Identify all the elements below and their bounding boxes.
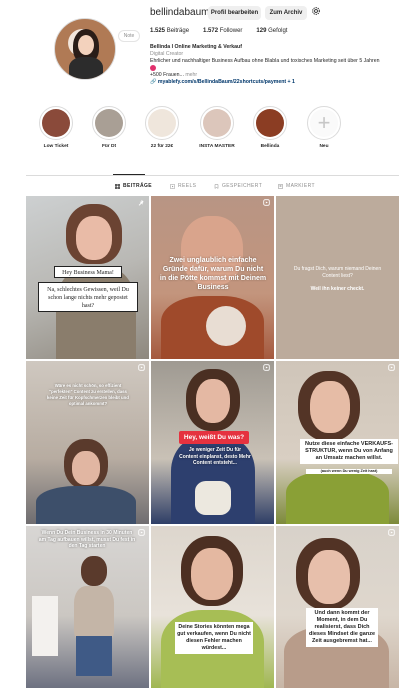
archive-button[interactable]: Zum Archiv [265,6,307,20]
post-tile[interactable]: Und dann kommt der Moment, in dem Du rea… [276,526,399,688]
post-caption: Nutze diese einfache VERKAUFS-STRUKTUR, … [300,439,398,464]
post-caption: (auch wenn Du wenig Zeit hast) [306,469,392,474]
bio-text: Ehrlicher und nachhaltiger Business Aufb… [150,58,380,64]
followers-stat[interactable]: 1.572 Follower [203,28,242,34]
highlight-insta-master[interactable]: INSTA MASTER [197,106,237,149]
highlight-label: Neu [319,144,329,149]
bookmark-icon [214,183,219,189]
gear-icon[interactable] [311,6,321,16]
highlight-new[interactable]: + Neu [304,106,344,149]
highlight-label: 22 für 22€ [150,144,174,149]
profile-stats: 1.525 Beiträge 1.572 Follower 129 Gefolg… [150,28,287,34]
reel-icon [138,364,145,371]
highlight-label: Bellinda [260,144,280,149]
highlight-cover [95,109,123,137]
post-tile[interactable]: Zwei unglaublich einfache Gründe dafür, … [151,196,274,359]
highlight-fuer-dt[interactable]: Für Dt [89,106,129,149]
highlight-cover [256,109,284,137]
post-caption: Je weniger Zeit Du für Content einplanst… [179,447,251,466]
tab-tagged[interactable]: MARKIERT [278,183,315,189]
highlight-cover [148,109,176,137]
post-caption: Wenn Du Dein Business in 30 Minuten am T… [38,530,136,549]
bio-link[interactable]: 🔗 myablefy.com/s/BellindaBaum/22shortcut… [150,79,395,86]
story-highlights: Low Ticket Für Dt 22 für 22€ INSTA MASTE… [36,106,356,154]
reel-icon [263,199,270,206]
highlight-label: Low Ticket [43,144,69,149]
bio-flame-line [150,65,395,72]
tag-icon [278,183,283,189]
reels-icon [170,183,175,189]
edit-profile-button[interactable]: Profil bearbeiten [208,6,261,20]
avatar[interactable] [54,18,116,80]
bio-category: Digital Creator [150,51,184,57]
profile-header: Note bellindabaum Profil bearbeiten Zum … [0,0,416,100]
post-caption: Und dann kommt der Moment, in dem Du rea… [306,608,378,647]
plus-icon: + [310,109,338,137]
tab-label: REELS [178,183,197,189]
tab-label: MARKIERT [286,183,315,189]
post-caption: Weil ihn keiner checkt. [310,286,365,292]
highlight-cover [42,109,70,137]
grid-icon [115,183,120,189]
post-tile[interactable]: Deine Stories könnten mega gut verkaufen… [151,526,274,688]
active-tab-indicator [113,174,145,175]
pin-icon [138,199,144,206]
profile-bio: Bellinda I Online Marketing & Verkauf Di… [150,44,395,86]
profile-avatar[interactable]: Note [54,18,140,80]
posts-stat: 1.525 Beiträge [150,28,190,34]
username: bellindabaum [150,7,210,18]
post-caption: Zwei unglaublich einfache Gründe dafür, … [159,257,267,291]
highlight-bellinda[interactable]: Bellinda [250,106,290,149]
tab-label: GESPEICHERT [222,183,263,189]
note-bubble[interactable]: Note [118,30,140,42]
post-caption: Du fragst Dich, warum niemand Deinen Con… [293,266,382,279]
post-tile[interactable]: Nutze diese einfache VERKAUFS-STRUKTUR, … [276,361,399,524]
reel-icon [388,529,395,536]
tab-posts[interactable]: BEITRÄGE [115,183,152,189]
post-tile[interactable]: Wäre es nicht schön, so effizient "perfe… [26,361,149,524]
post-caption: Hey, weißt Du was? [179,431,249,444]
post-tile[interactable]: Wenn Du Dein Business in 30 Minuten am T… [26,526,149,688]
highlight-22-fuer-22[interactable]: 22 für 22€ [142,106,182,149]
tab-reels[interactable]: REELS [170,183,196,189]
reel-icon [263,364,270,371]
post-caption: Na, schlechtes Gewissen, weil Du schon l… [38,282,138,312]
tabs-divider [26,175,399,176]
post-caption: Wäre es nicht schön, so effizient "perfe… [47,383,129,406]
highlight-label: Für Dt [101,144,117,149]
tab-saved[interactable]: GESPEICHERT [214,183,262,189]
post-tile[interactable]: Du fragst Dich, warum niemand Deinen Con… [276,196,399,359]
posts-grid: Hey Business Mama! Na, schlechtes Gewiss… [26,196,399,688]
highlight-label: INSTA MASTER [199,144,235,149]
flame-icon [150,65,156,71]
post-caption: Deine Stories könnten mega gut verkaufen… [175,622,253,654]
reel-icon [388,364,395,371]
reel-icon [138,529,145,536]
bio-more-link[interactable]: mehr [185,72,197,78]
post-tile[interactable]: Hey Business Mama! Na, schlechtes Gewiss… [26,196,149,359]
bio-name: Bellinda I Online Marketing & Verkauf [150,44,242,50]
highlight-low-ticket[interactable]: Low Ticket [36,106,76,149]
post-tile[interactable]: Hey, weißt Du was? Je weniger Zeit Du fü… [151,361,274,524]
tab-label: BEITRÄGE [123,183,153,189]
highlight-cover [203,109,231,137]
post-caption: Hey Business Mama! [54,266,122,278]
following-stat[interactable]: 129 Gefolgt [256,28,287,34]
